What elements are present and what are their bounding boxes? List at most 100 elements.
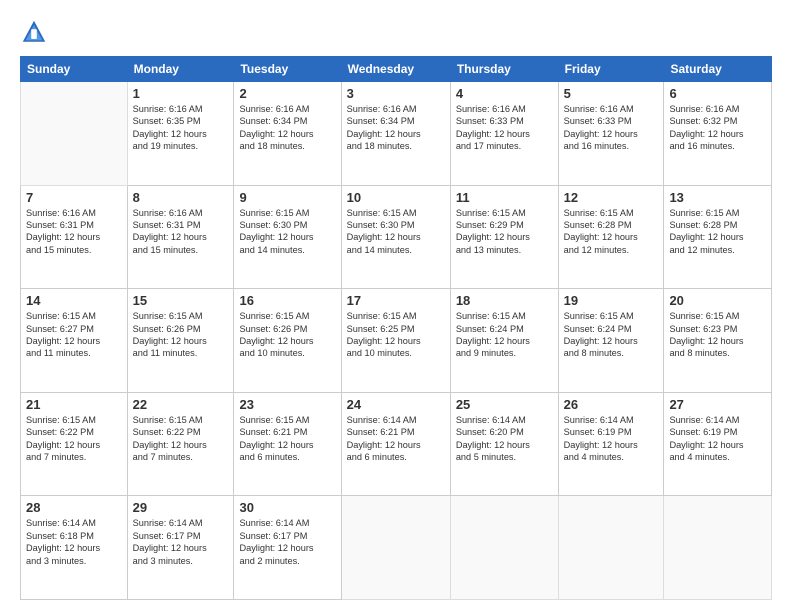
day-number: 4 bbox=[456, 86, 553, 101]
day-number: 20 bbox=[669, 293, 766, 308]
calendar-cell: 18 Sunrise: 6:15 AM Sunset: 6:24 PM Dayli… bbox=[450, 289, 558, 393]
calendar-cell: 28 Sunrise: 6:14 AM Sunset: 6:18 PM Dayli… bbox=[21, 496, 128, 600]
calendar-cell: 7 Sunrise: 6:16 AM Sunset: 6:31 PM Daylig… bbox=[21, 185, 128, 289]
calendar-cell: 10 Sunrise: 6:15 AM Sunset: 6:30 PM Dayli… bbox=[341, 185, 450, 289]
calendar-cell: 27Sunrise: 6:14 AM Sunset: 6:19 PM Dayli… bbox=[664, 392, 772, 496]
calendar-header: SundayMondayTuesdayWednesdayThursdayFrid… bbox=[21, 57, 772, 82]
calendar-cell: 29 Sunrise: 6:14 AM Sunset: 6:17 PM Dayli… bbox=[127, 496, 234, 600]
calendar-cell: 21Sunrise: 6:15 AM Sunset: 6:22 PM Dayli… bbox=[21, 392, 128, 496]
day-info: Sunrise: 6:15 AM Sunset: 6:28 PM Dayligh… bbox=[669, 207, 766, 257]
calendar-cell: 14Sunrise: 6:15 AM Sunset: 6:27 PM Dayli… bbox=[21, 289, 128, 393]
calendar-cell: 30 Sunrise: 6:14 AM Sunset: 6:17 PM Dayli… bbox=[234, 496, 341, 600]
day-info: Sunrise: 6:14 AM Sunset: 6:17 PM Dayligh… bbox=[133, 517, 229, 567]
day-number: 21 bbox=[26, 397, 122, 412]
day-header-wednesday: Wednesday bbox=[341, 57, 450, 82]
week-row-2: 14Sunrise: 6:15 AM Sunset: 6:27 PM Dayli… bbox=[21, 289, 772, 393]
day-info: Sunrise: 6:15 AM Sunset: 6:26 PM Dayligh… bbox=[239, 310, 335, 360]
day-info: Sunrise: 6:15 AM Sunset: 6:24 PM Dayligh… bbox=[456, 310, 553, 360]
day-number: 27 bbox=[669, 397, 766, 412]
day-number: 29 bbox=[133, 500, 229, 515]
calendar-cell: 1 Sunrise: 6:16 AM Sunset: 6:35 PM Daylig… bbox=[127, 82, 234, 186]
day-header-friday: Friday bbox=[558, 57, 664, 82]
header bbox=[20, 18, 772, 46]
day-number: 8 bbox=[133, 190, 229, 205]
day-number: 5 bbox=[564, 86, 659, 101]
day-info: Sunrise: 6:16 AM Sunset: 6:35 PM Dayligh… bbox=[133, 103, 229, 153]
calendar-body: 1 Sunrise: 6:16 AM Sunset: 6:35 PM Daylig… bbox=[21, 82, 772, 600]
day-number: 22 bbox=[133, 397, 229, 412]
day-info: Sunrise: 6:14 AM Sunset: 6:21 PM Dayligh… bbox=[347, 414, 445, 464]
day-number: 10 bbox=[347, 190, 445, 205]
day-number: 18 bbox=[456, 293, 553, 308]
calendar-cell: 26Sunrise: 6:14 AM Sunset: 6:19 PM Dayli… bbox=[558, 392, 664, 496]
calendar-cell: 22 Sunrise: 6:15 AM Sunset: 6:22 PM Dayli… bbox=[127, 392, 234, 496]
calendar-cell bbox=[21, 82, 128, 186]
day-number: 9 bbox=[239, 190, 335, 205]
day-info: Sunrise: 6:14 AM Sunset: 6:19 PM Dayligh… bbox=[564, 414, 659, 464]
day-info: Sunrise: 6:16 AM Sunset: 6:31 PM Dayligh… bbox=[26, 207, 122, 257]
day-info: Sunrise: 6:16 AM Sunset: 6:32 PM Dayligh… bbox=[669, 103, 766, 153]
calendar-cell: 19 Sunrise: 6:15 AM Sunset: 6:24 PM Dayli… bbox=[558, 289, 664, 393]
day-info: Sunrise: 6:14 AM Sunset: 6:17 PM Dayligh… bbox=[239, 517, 335, 567]
day-number: 23 bbox=[239, 397, 335, 412]
calendar-cell: 2Sunrise: 6:16 AM Sunset: 6:34 PM Daylig… bbox=[234, 82, 341, 186]
day-number: 15 bbox=[133, 293, 229, 308]
calendar-cell bbox=[558, 496, 664, 600]
calendar-cell: 9Sunrise: 6:15 AM Sunset: 6:30 PM Daylig… bbox=[234, 185, 341, 289]
calendar-cell: 8 Sunrise: 6:16 AM Sunset: 6:31 PM Daylig… bbox=[127, 185, 234, 289]
day-info: Sunrise: 6:16 AM Sunset: 6:31 PM Dayligh… bbox=[133, 207, 229, 257]
logo bbox=[20, 18, 52, 46]
day-info: Sunrise: 6:15 AM Sunset: 6:25 PM Dayligh… bbox=[347, 310, 445, 360]
calendar-cell: 12 Sunrise: 6:15 AM Sunset: 6:28 PM Dayli… bbox=[558, 185, 664, 289]
day-info: Sunrise: 6:16 AM Sunset: 6:33 PM Dayligh… bbox=[456, 103, 553, 153]
day-number: 7 bbox=[26, 190, 122, 205]
day-number: 30 bbox=[239, 500, 335, 515]
day-number: 16 bbox=[239, 293, 335, 308]
week-row-0: 1 Sunrise: 6:16 AM Sunset: 6:35 PM Daylig… bbox=[21, 82, 772, 186]
calendar-cell: 16 Sunrise: 6:15 AM Sunset: 6:26 PM Dayli… bbox=[234, 289, 341, 393]
calendar-cell: 24Sunrise: 6:14 AM Sunset: 6:21 PM Dayli… bbox=[341, 392, 450, 496]
day-number: 1 bbox=[133, 86, 229, 101]
day-info: Sunrise: 6:16 AM Sunset: 6:34 PM Dayligh… bbox=[347, 103, 445, 153]
week-row-3: 21 Sunrise: 6:15 AM Sunset: 6:22 PM Dayli… bbox=[21, 392, 772, 496]
day-info: Sunrise: 6:14 AM Sunset: 6:18 PM Dayligh… bbox=[26, 517, 122, 567]
day-header-thursday: Thursday bbox=[450, 57, 558, 82]
day-info: Sunrise: 6:15 AM Sunset: 6:21 PM Dayligh… bbox=[239, 414, 335, 464]
day-header-tuesday: Tuesday bbox=[234, 57, 341, 82]
day-header-monday: Monday bbox=[127, 57, 234, 82]
calendar-cell: 6Sunrise: 6:16 AM Sunset: 6:32 PM Daylig… bbox=[664, 82, 772, 186]
day-number: 17 bbox=[347, 293, 445, 308]
day-number: 28 bbox=[26, 500, 122, 515]
day-number: 3 bbox=[347, 86, 445, 101]
day-info: Sunrise: 6:14 AM Sunset: 6:20 PM Dayligh… bbox=[456, 414, 553, 464]
calendar-cell: 11 Sunrise: 6:15 AM Sunset: 6:29 PM Dayli… bbox=[450, 185, 558, 289]
calendar-cell: 20Sunrise: 6:15 AM Sunset: 6:23 PM Dayli… bbox=[664, 289, 772, 393]
day-info: Sunrise: 6:15 AM Sunset: 6:29 PM Dayligh… bbox=[456, 207, 553, 257]
day-number: 2 bbox=[239, 86, 335, 101]
calendar-table: SundayMondayTuesdayWednesdayThursdayFrid… bbox=[20, 56, 772, 600]
day-info: Sunrise: 6:15 AM Sunset: 6:26 PM Dayligh… bbox=[133, 310, 229, 360]
day-number: 11 bbox=[456, 190, 553, 205]
day-info: Sunrise: 6:15 AM Sunset: 6:28 PM Dayligh… bbox=[564, 207, 659, 257]
calendar-cell: 4 Sunrise: 6:16 AM Sunset: 6:33 PM Daylig… bbox=[450, 82, 558, 186]
day-info: Sunrise: 6:15 AM Sunset: 6:22 PM Dayligh… bbox=[133, 414, 229, 464]
calendar-cell: 13 Sunrise: 6:15 AM Sunset: 6:28 PM Dayli… bbox=[664, 185, 772, 289]
day-number: 19 bbox=[564, 293, 659, 308]
day-header-saturday: Saturday bbox=[664, 57, 772, 82]
day-number: 12 bbox=[564, 190, 659, 205]
day-info: Sunrise: 6:15 AM Sunset: 6:24 PM Dayligh… bbox=[564, 310, 659, 360]
logo-icon bbox=[20, 18, 48, 46]
calendar-cell: 17 Sunrise: 6:15 AM Sunset: 6:25 PM Dayli… bbox=[341, 289, 450, 393]
day-info: Sunrise: 6:15 AM Sunset: 6:30 PM Dayligh… bbox=[347, 207, 445, 257]
calendar-cell: 25 Sunrise: 6:14 AM Sunset: 6:20 PM Dayli… bbox=[450, 392, 558, 496]
day-header-sunday: Sunday bbox=[21, 57, 128, 82]
day-number: 13 bbox=[669, 190, 766, 205]
day-number: 25 bbox=[456, 397, 553, 412]
calendar-cell: 5 Sunrise: 6:16 AM Sunset: 6:33 PM Daylig… bbox=[558, 82, 664, 186]
week-row-1: 7 Sunrise: 6:16 AM Sunset: 6:31 PM Daylig… bbox=[21, 185, 772, 289]
page: SundayMondayTuesdayWednesdayThursdayFrid… bbox=[0, 0, 792, 612]
calendar-cell: 23 Sunrise: 6:15 AM Sunset: 6:21 PM Dayli… bbox=[234, 392, 341, 496]
calendar-cell bbox=[664, 496, 772, 600]
calendar-cell: 15 Sunrise: 6:15 AM Sunset: 6:26 PM Dayli… bbox=[127, 289, 234, 393]
day-info: Sunrise: 6:16 AM Sunset: 6:33 PM Dayligh… bbox=[564, 103, 659, 153]
